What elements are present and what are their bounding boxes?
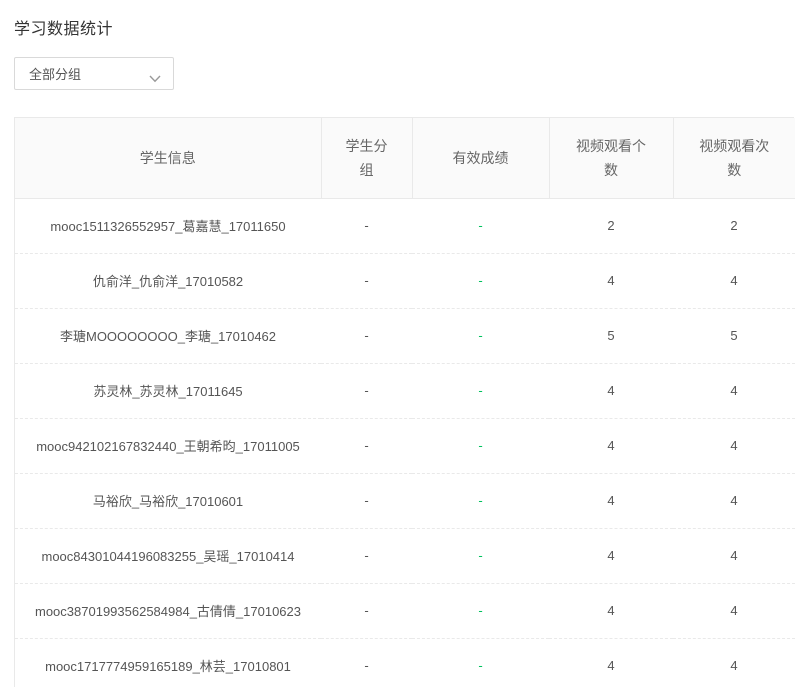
cell-view-times: 4 (673, 583, 795, 638)
cell-student-info: 苏灵林_苏灵林_17011645 (15, 363, 321, 418)
table-row: 李瑭MOOOOOOOO_李瑭_17010462 - - 5 5 (15, 308, 795, 363)
table-header-row: 学生信息 学生分组 有效成绩 视频观看个数 视频观看次数 (15, 118, 795, 198)
cell-student-info: 马裕欣_马裕欣_17010601 (15, 473, 321, 528)
cell-student-info: mooc1511326552957_葛嘉慧_17011650 (15, 198, 321, 253)
cell-valid-score: - (412, 528, 549, 583)
filter-bar: 全部分组 (14, 57, 796, 90)
cell-view-times: 5 (673, 308, 795, 363)
table-row: mooc1511326552957_葛嘉慧_17011650 - - 2 2 (15, 198, 795, 253)
cell-valid-score: - (412, 638, 549, 687)
column-header-student-info: 学生信息 (15, 118, 321, 198)
cell-student-info: mooc84301044196083255_吴瑶_17010414 (15, 528, 321, 583)
cell-videos-watched: 4 (549, 253, 673, 308)
cell-valid-score: - (412, 198, 549, 253)
cell-videos-watched: 5 (549, 308, 673, 363)
column-header-videos-watched: 视频观看个数 (549, 118, 673, 198)
cell-videos-watched: 4 (549, 363, 673, 418)
cell-student-info: mooc38701993562584984_古倩倩_17010623 (15, 583, 321, 638)
cell-valid-score: - (412, 308, 549, 363)
cell-student-group: - (321, 418, 412, 473)
cell-videos-watched: 4 (549, 418, 673, 473)
cell-student-group: - (321, 253, 412, 308)
cell-valid-score: - (412, 473, 549, 528)
cell-student-info: mooc1717774959165189_林芸_17010801 (15, 638, 321, 687)
cell-videos-watched: 4 (549, 473, 673, 528)
table-row: 仇俞洋_仇俞洋_17010582 - - 4 4 (15, 253, 795, 308)
chevron-down-icon (149, 70, 161, 78)
table-row: mooc942102167832440_王朝希昀_17011005 - - 4 … (15, 418, 795, 473)
stats-table: 学生信息 学生分组 有效成绩 视频观看个数 视频观看次数 (15, 118, 795, 687)
cell-valid-score: - (412, 253, 549, 308)
cell-valid-score: - (412, 363, 549, 418)
cell-student-info: 仇俞洋_仇俞洋_17010582 (15, 253, 321, 308)
stats-table-container: 学生信息 学生分组 有效成绩 视频观看个数 视频观看次数 (14, 117, 794, 687)
cell-student-group: - (321, 308, 412, 363)
table-row: mooc38701993562584984_古倩倩_17010623 - - 4… (15, 583, 795, 638)
learning-stats-page: 学习数据统计 全部分组 学生信息 (0, 0, 796, 687)
page-title: 学习数据统计 (14, 15, 796, 39)
cell-view-times: 4 (673, 363, 795, 418)
table-body: mooc1511326552957_葛嘉慧_17011650 - - 2 2 仇… (15, 198, 795, 687)
table-row: mooc84301044196083255_吴瑶_17010414 - - 4 … (15, 528, 795, 583)
group-filter-select[interactable]: 全部分组 (14, 57, 174, 90)
table-row: 马裕欣_马裕欣_17010601 - - 4 4 (15, 473, 795, 528)
cell-student-group: - (321, 473, 412, 528)
cell-videos-watched: 4 (549, 583, 673, 638)
cell-student-group: - (321, 638, 412, 687)
cell-view-times: 4 (673, 473, 795, 528)
cell-student-group: - (321, 528, 412, 583)
table-row: 苏灵林_苏灵林_17011645 - - 4 4 (15, 363, 795, 418)
column-header-view-times: 视频观看次数 (673, 118, 795, 198)
cell-view-times: 4 (673, 638, 795, 687)
cell-valid-score: - (412, 418, 549, 473)
cell-videos-watched: 4 (549, 638, 673, 687)
cell-videos-watched: 4 (549, 528, 673, 583)
cell-view-times: 2 (673, 198, 795, 253)
cell-student-info: mooc942102167832440_王朝希昀_17011005 (15, 418, 321, 473)
cell-valid-score: - (412, 583, 549, 638)
cell-student-group: - (321, 363, 412, 418)
cell-student-group: - (321, 198, 412, 253)
cell-student-info: 李瑭MOOOOOOOO_李瑭_17010462 (15, 308, 321, 363)
cell-videos-watched: 2 (549, 198, 673, 253)
cell-view-times: 4 (673, 528, 795, 583)
column-header-student-group: 学生分组 (321, 118, 412, 198)
cell-view-times: 4 (673, 418, 795, 473)
cell-student-group: - (321, 583, 412, 638)
table-row: mooc1717774959165189_林芸_17010801 - - 4 4 (15, 638, 795, 687)
cell-view-times: 4 (673, 253, 795, 308)
column-header-valid-score: 有效成绩 (412, 118, 549, 198)
